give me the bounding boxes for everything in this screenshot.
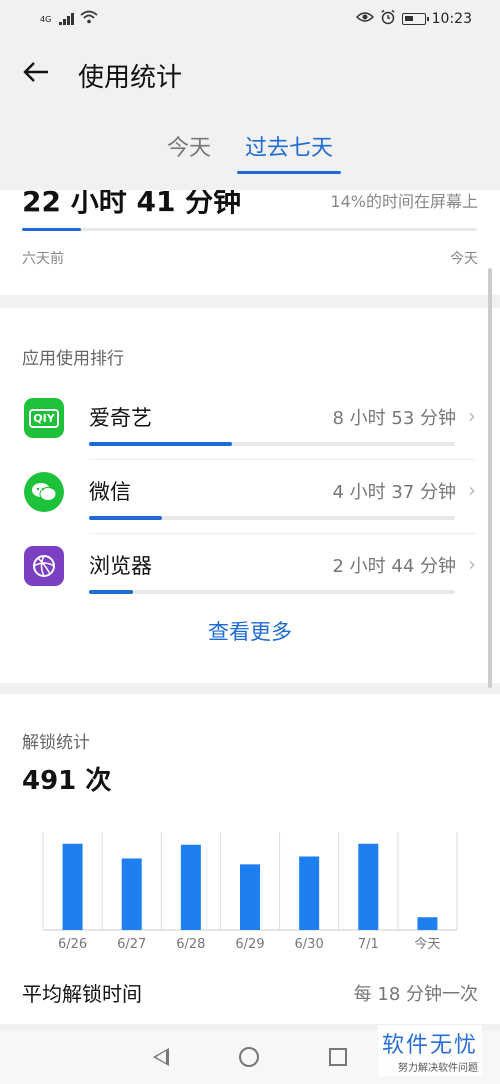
x-tick-label: 6/27 <box>117 937 146 952</box>
app-usage-fill <box>89 442 232 446</box>
x-tick-label: 今天 <box>414 936 440 952</box>
x-tick-label: 7/1 <box>358 937 379 952</box>
app-usage-bar <box>89 590 455 594</box>
tab-today[interactable]: 今天 <box>167 130 211 174</box>
total-progress-fill <box>22 228 82 231</box>
app-row-wechat[interactable]: 微信 4 小时 37 分钟 › <box>0 460 500 534</box>
chart-bar <box>240 864 260 930</box>
clock: 10:23 <box>431 11 472 27</box>
ranking-title: 应用使用排行 <box>22 349 124 369</box>
app-usage-bar <box>89 442 455 446</box>
nav-home-icon[interactable] <box>239 1047 259 1067</box>
app-usage-time: 4 小时 37 分钟 <box>332 482 456 503</box>
browser-icon <box>24 546 64 586</box>
x-tick-label: 6/26 <box>58 937 87 952</box>
eye-icon <box>355 11 374 27</box>
wechat-icon <box>24 472 64 512</box>
x-tick-label: 6/30 <box>295 937 324 952</box>
app-usage-bar <box>89 516 455 520</box>
total-progress-bar <box>22 228 477 231</box>
app-usage-fill <box>89 590 133 594</box>
app-name: 爱奇艺 <box>89 406 152 430</box>
wifi-icon <box>80 10 98 28</box>
watermark: 软件无忧 努力解决软件问题 <box>377 1025 482 1076</box>
total-usage-time: 22 小时 41 分钟 <box>22 190 242 218</box>
app-usage-time: 2 小时 44 分钟 <box>332 556 456 577</box>
page-title: 使用统计 <box>78 62 183 93</box>
chart-bar <box>299 856 320 930</box>
tab-past-seven-days[interactable]: 过去七天 <box>236 130 342 174</box>
chart-bar <box>180 844 201 930</box>
x-tick-label: 6/28 <box>176 937 205 952</box>
back-arrow-icon[interactable] <box>22 60 62 90</box>
range-start-label: 六天前 <box>22 251 64 267</box>
unlock-bar-chart: 6/26 6/27 6/28 6/29 6/30 7/1 今天 <box>42 832 458 952</box>
chart-bar <box>417 917 438 930</box>
nav-recents-icon[interactable] <box>329 1048 347 1066</box>
avg-unlock-label: 平均解锁时间 <box>22 982 142 1006</box>
chart-bar <box>62 843 83 930</box>
summary-card: 22 小时 41 分钟 14%的时间在屏幕上 六天前 今天 <box>0 190 500 295</box>
app-name: 浏览器 <box>89 554 152 578</box>
watermark-subtitle: 努力解决软件问题 <box>398 1063 478 1074</box>
view-more-link[interactable]: 查看更多 <box>0 616 500 646</box>
app-header: 使用统计 <box>0 40 500 110</box>
range-end-label: 今天 <box>450 251 478 267</box>
chart-bar <box>121 858 142 930</box>
chevron-right-icon: › <box>468 478 476 502</box>
app-usage-time: 8 小时 53 分钟 <box>332 408 456 429</box>
avg-unlock-value: 每 18 分钟一次 <box>353 984 478 1005</box>
status-right: 10:23 <box>355 9 472 29</box>
signal-icon <box>59 13 75 25</box>
chart-bar <box>358 843 379 930</box>
watermark-title: 软件无忧 <box>381 1033 478 1058</box>
status-left: 4G <box>40 10 98 28</box>
app-row-browser[interactable]: 浏览器 2 小时 44 分钟 › <box>0 534 500 608</box>
iqiyi-icon: QIY <box>24 398 64 438</box>
unlock-stats-card: 解锁统计 491 次 6/26 6/27 6/28 6/29 6/30 7/1 今天 平均解… <box>0 694 500 1024</box>
period-tabs: 今天 过去七天 <box>0 130 500 174</box>
screen-percentage: 14%的时间在屏幕上 <box>330 192 478 211</box>
nav-back-icon[interactable] <box>153 1048 169 1066</box>
alarm-icon <box>380 9 396 29</box>
app-row-iqiyi[interactable]: QIY 爱奇艺 8 小时 53 分钟 › <box>0 386 500 460</box>
chevron-right-icon: › <box>468 404 476 428</box>
app-name: 微信 <box>89 480 131 504</box>
app-usage-fill <box>89 516 163 520</box>
unlock-title: 解锁统计 <box>22 733 90 753</box>
unlock-count: 491 次 <box>22 766 112 796</box>
status-bar: 4G 10:23 <box>0 0 500 38</box>
chevron-right-icon: › <box>468 552 476 576</box>
x-tick-label: 6/29 <box>235 937 264 952</box>
battery-icon <box>401 13 429 25</box>
network-type: 4G <box>40 14 52 24</box>
scrollbar[interactable] <box>488 268 492 688</box>
app-ranking-card: 应用使用排行 QIY 爱奇艺 8 小时 53 分钟 › 微信 4 小时 37 分… <box>0 308 500 683</box>
